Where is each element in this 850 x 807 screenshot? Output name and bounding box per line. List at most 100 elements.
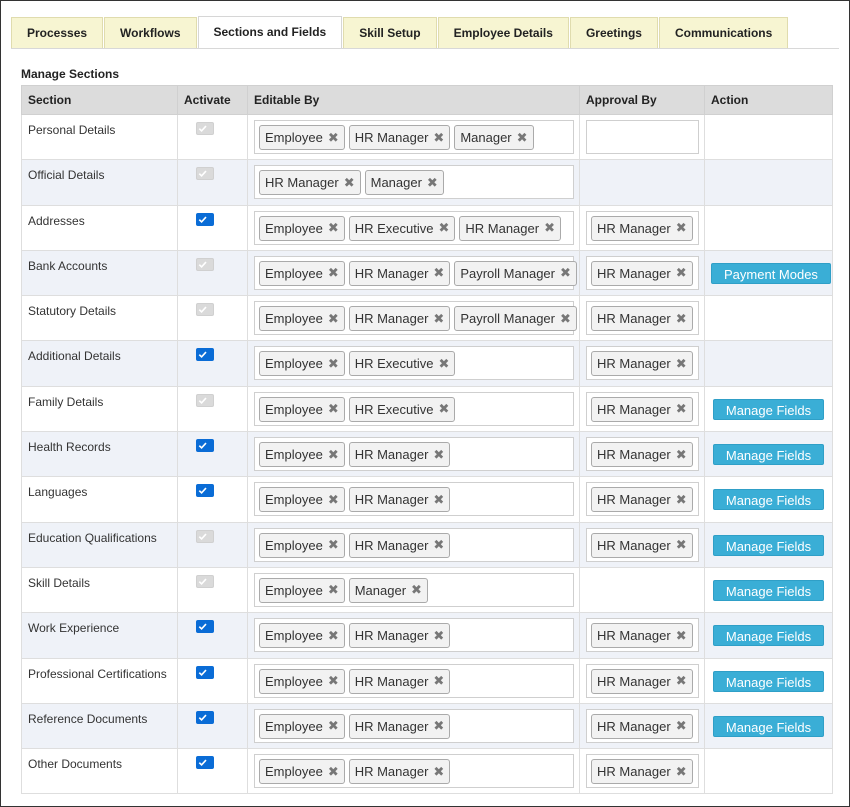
editable-by-select[interactable]: Employee ✖ HR Manager ✖ (254, 482, 574, 517)
editable-by-select[interactable]: HR Manager ✖ Manager ✖ (254, 165, 574, 200)
remove-chip-icon[interactable]: ✖ (433, 311, 444, 327)
approval-by-select[interactable]: HR Manager ✖ (586, 482, 699, 517)
remove-chip-icon[interactable]: ✖ (517, 130, 528, 146)
activate-checkbox[interactable] (195, 620, 214, 634)
activate-checkbox[interactable] (195, 710, 214, 724)
remove-chip-icon[interactable]: ✖ (433, 492, 444, 508)
activate-checkbox[interactable] (195, 665, 214, 679)
approval-by-select[interactable]: HR Manager ✖ (586, 255, 699, 290)
remove-chip-icon[interactable]: ✖ (328, 764, 339, 780)
approval-by-select[interactable]: HR Manager ✖ (586, 301, 699, 336)
remove-chip-icon[interactable]: ✖ (328, 130, 339, 146)
editable-by-select[interactable]: Employee ✖ HR Manager ✖ (254, 663, 574, 698)
editable-by-select[interactable]: Employee ✖ HR Manager ✖ Payroll Manager ✖ (254, 301, 577, 336)
remove-chip-icon[interactable]: ✖ (560, 311, 571, 327)
manage-fields-button[interactable]: Manage Fields (712, 534, 825, 556)
remove-chip-icon[interactable]: ✖ (328, 265, 339, 281)
tab-communications[interactable]: Communications (658, 17, 789, 48)
editable-by-select[interactable]: Employee ✖ HR Manager ✖ (254, 754, 574, 789)
remove-chip-icon[interactable]: ✖ (676, 447, 687, 463)
tab-workflows[interactable]: Workflows (104, 17, 197, 48)
remove-chip-icon[interactable]: ✖ (560, 265, 571, 281)
tab-skill-setup[interactable]: Skill Setup (343, 17, 437, 48)
activate-checkbox[interactable] (195, 484, 214, 498)
remove-chip-icon[interactable]: ✖ (676, 628, 687, 644)
remove-chip-icon[interactable]: ✖ (676, 673, 687, 689)
remove-chip-icon[interactable]: ✖ (328, 537, 339, 553)
remove-chip-icon[interactable]: ✖ (676, 311, 687, 327)
approval-by-select[interactable]: HR Manager ✖ (586, 754, 699, 789)
remove-chip-icon[interactable]: ✖ (676, 356, 687, 372)
approval-by-select[interactable]: HR Manager ✖ (586, 437, 699, 472)
manage-fields-button[interactable]: Manage Fields (712, 670, 825, 692)
activate-checkbox[interactable] (195, 439, 214, 453)
remove-chip-icon[interactable]: ✖ (344, 175, 355, 191)
tab-processes[interactable]: Processes (11, 17, 104, 48)
payment-modes-button[interactable]: Payment Modes (711, 262, 831, 284)
editable-by-select[interactable]: Employee ✖ HR Manager ✖ (254, 618, 574, 653)
remove-chip-icon[interactable]: ✖ (328, 718, 339, 734)
remove-chip-icon[interactable]: ✖ (676, 492, 687, 508)
remove-chip-icon[interactable]: ✖ (433, 764, 444, 780)
activate-checkbox[interactable] (195, 212, 214, 226)
editable-by-select[interactable]: Employee ✖ HR Executive ✖ HR Manager ✖ (254, 210, 574, 245)
approval-by-cell: HR Manager ✖ (579, 431, 705, 478)
manage-fields-button[interactable]: Manage Fields (712, 715, 825, 737)
remove-chip-icon[interactable]: ✖ (438, 220, 449, 236)
remove-chip-icon[interactable]: ✖ (676, 537, 687, 553)
remove-chip-icon[interactable]: ✖ (328, 220, 339, 236)
remove-chip-icon[interactable]: ✖ (544, 220, 555, 236)
approval-by-select[interactable]: HR Manager ✖ (586, 391, 699, 426)
section-name: Bank Accounts (21, 249, 178, 297)
remove-chip-icon[interactable]: ✖ (676, 220, 687, 236)
remove-chip-icon[interactable]: ✖ (328, 401, 339, 417)
editable-by-select[interactable]: Employee ✖ HR Executive ✖ (254, 391, 574, 426)
manage-fields-button[interactable]: Manage Fields (712, 444, 825, 466)
remove-chip-icon[interactable]: ✖ (433, 537, 444, 553)
manage-fields-button[interactable]: Manage Fields (712, 625, 825, 647)
remove-chip-icon[interactable]: ✖ (433, 130, 444, 146)
remove-chip-icon[interactable]: ✖ (676, 401, 687, 417)
activate-checkbox[interactable] (195, 348, 214, 362)
tab-sections-and-fields[interactable]: Sections and Fields (197, 16, 343, 48)
approval-by-select[interactable]: HR Manager ✖ (586, 346, 699, 381)
approval-by-select[interactable] (586, 120, 699, 154)
remove-chip-icon[interactable]: ✖ (411, 582, 422, 598)
tab-employee-details[interactable]: Employee Details (437, 17, 569, 48)
remove-chip-icon[interactable]: ✖ (676, 265, 687, 281)
editable-by-select[interactable]: Employee ✖ HR Manager ✖ (254, 708, 574, 743)
remove-chip-icon[interactable]: ✖ (328, 673, 339, 689)
approval-by-select[interactable]: HR Manager ✖ (586, 210, 699, 245)
remove-chip-icon[interactable]: ✖ (328, 628, 339, 644)
remove-chip-icon[interactable]: ✖ (433, 718, 444, 734)
manage-fields-button[interactable]: Manage Fields (712, 398, 825, 420)
editable-by-select[interactable]: Employee ✖ HR Manager ✖ (254, 437, 574, 472)
remove-chip-icon[interactable]: ✖ (328, 311, 339, 327)
remove-chip-icon[interactable]: ✖ (328, 356, 339, 372)
activate-checkbox[interactable] (195, 756, 214, 770)
remove-chip-icon[interactable]: ✖ (328, 447, 339, 463)
remove-chip-icon[interactable]: ✖ (433, 447, 444, 463)
manage-fields-button[interactable]: Manage Fields (712, 579, 825, 601)
approval-by-select[interactable]: HR Manager ✖ (586, 618, 699, 653)
approval-by-select[interactable]: HR Manager ✖ (586, 708, 699, 743)
remove-chip-icon[interactable]: ✖ (438, 356, 449, 372)
remove-chip-icon[interactable]: ✖ (433, 265, 444, 281)
approval-by-select[interactable]: HR Manager ✖ (586, 663, 699, 698)
manage-fields-button[interactable]: Manage Fields (712, 489, 825, 511)
remove-chip-icon[interactable]: ✖ (433, 673, 444, 689)
editable-by-select[interactable]: Employee ✖ HR Executive ✖ (254, 346, 574, 381)
editable-by-select[interactable]: Employee ✖ Manager ✖ (254, 572, 574, 607)
remove-chip-icon[interactable]: ✖ (676, 764, 687, 780)
remove-chip-icon[interactable]: ✖ (676, 718, 687, 734)
remove-chip-icon[interactable]: ✖ (438, 401, 449, 417)
editable-by-select[interactable]: Employee ✖ HR Manager ✖ Manager ✖ (254, 120, 574, 154)
approval-by-select[interactable]: HR Manager ✖ (586, 527, 699, 562)
tab-greetings[interactable]: Greetings (569, 17, 658, 48)
editable-by-select[interactable]: Employee ✖ HR Manager ✖ (254, 527, 574, 562)
remove-chip-icon[interactable]: ✖ (433, 628, 444, 644)
remove-chip-icon[interactable]: ✖ (328, 492, 339, 508)
remove-chip-icon[interactable]: ✖ (328, 582, 339, 598)
editable-by-select[interactable]: Employee ✖ HR Manager ✖ Payroll Manager ✖ (254, 255, 577, 290)
remove-chip-icon[interactable]: ✖ (427, 175, 438, 191)
